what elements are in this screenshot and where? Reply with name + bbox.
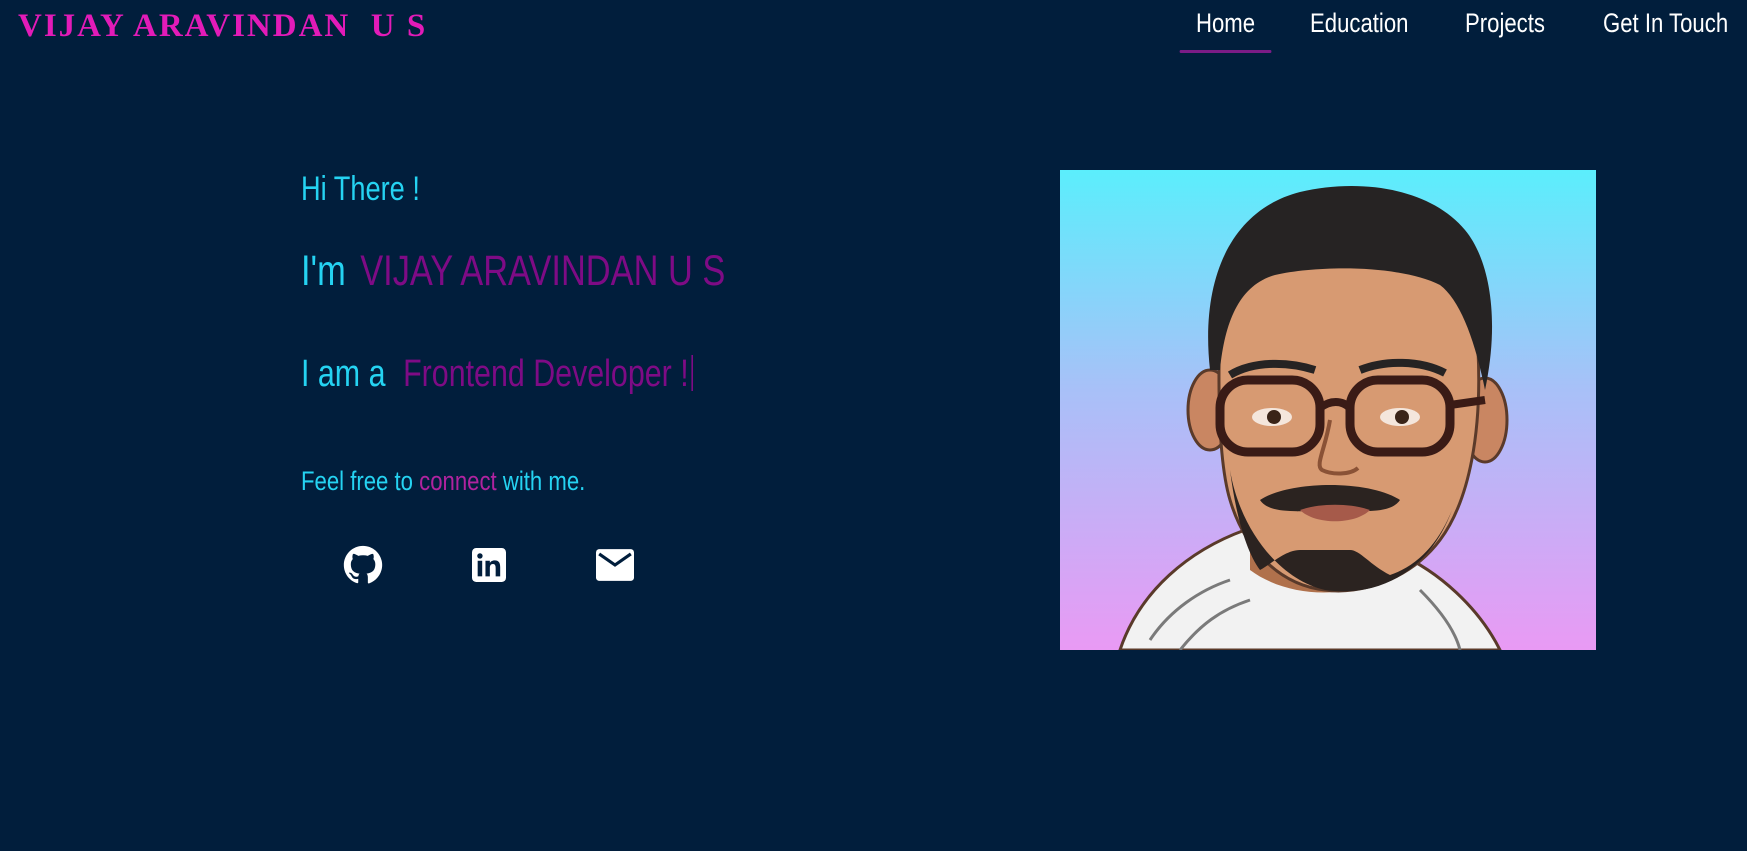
portfolio-page: VIJAY ARAVINDAN U S Home Education Proje… [0,0,1747,851]
connect-text-after: with me. [496,466,586,496]
connect-highlight: connect [419,466,497,496]
mail-icon [596,548,634,586]
github-link[interactable] [343,545,383,590]
hero-name: VIJAY ARAVINDAN U S [360,247,726,295]
typewriter-role: Frontend Developer ! [403,353,689,395]
typing-cursor [691,355,693,391]
email-link[interactable] [595,547,635,587]
linkedin-icon [472,547,506,587]
connect-text-before: Feel free to [301,466,420,496]
hero-greeting: Hi There ! [301,170,420,208]
linkedin-link[interactable] [469,547,509,587]
hero-intro: I'm VIJAY ARAVINDAN U S [301,247,725,296]
profile-avatar [1060,170,1596,650]
github-icon [343,545,383,590]
nav-item-education[interactable]: Education [1310,0,1408,39]
hero-intro-prefix: I'm [301,247,346,295]
hero-role: I am a Frontend Developer ! [301,353,693,396]
nav-item-get-in-touch[interactable]: Get In Touch [1603,0,1728,39]
top-nav: Home Education Projects Get In Touch [0,0,1747,60]
connect-text: Feel free to connect with me. [301,466,585,497]
hero-role-prefix: I am a [301,353,386,395]
nav-item-home[interactable]: Home [1179,0,1272,53]
nav-item-projects[interactable]: Projects [1465,0,1545,39]
